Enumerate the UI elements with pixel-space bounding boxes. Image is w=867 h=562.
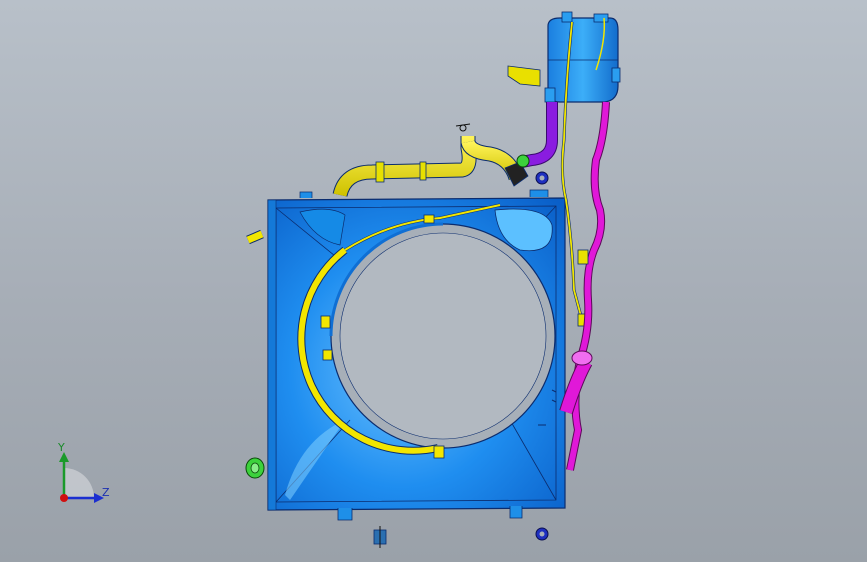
coolant-reservoir[interactable] [507,11,621,103]
fan-shroud[interactable] [267,189,566,521]
cad-viewport[interactable]: Y Z [0,0,867,562]
y-axis-label: Y [58,441,65,454]
orientation-triad[interactable] [59,452,104,503]
overflow-hose[interactable] [559,101,610,471]
z-axis-label: Z [102,486,110,499]
outlet-elbow[interactable] [516,102,558,168]
upper-radiator-hose[interactable] [332,123,529,198]
origin-dot [60,494,68,502]
left-fittings[interactable] [245,229,265,479]
reservoir-bracket [507,65,541,87]
cad-model-view[interactable] [0,0,867,562]
